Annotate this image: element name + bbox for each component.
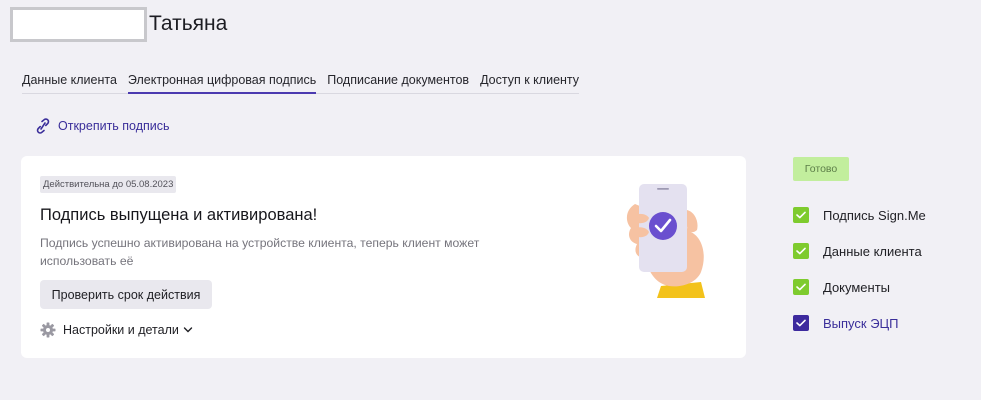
settings-details-label: Настройки и детали [63,323,179,337]
checkbox-checked-icon [793,207,809,223]
checkbox-checked-icon [793,243,809,259]
checkbox-checked-icon [793,279,809,295]
tab-digital-signature[interactable]: Электронная цифровая подпись [127,72,317,94]
gear-icon [40,322,56,338]
client-name: Татьяна [149,12,228,35]
step-label: Подпись Sign.Me [823,207,926,223]
validity-badge: Действительна до 05.08.2023 [40,176,177,193]
progress-steps: Подпись Sign.Me Данные клиента Документы… [793,206,926,350]
tab-client-data[interactable]: Данные клиента [22,72,117,94]
unpin-signature-label: Открепить подпись [58,119,170,133]
check-validity-button[interactable]: Проверить срок действия [40,280,212,309]
checkbox-checked-icon [793,315,809,331]
step-item-current: Выпуск ЭЦП [793,314,926,332]
status-badge: Готово [793,157,849,181]
settings-details-toggle[interactable]: Настройки и детали [40,322,193,338]
redacted-surname [10,6,147,42]
tabs: Данные клиента Электронная цифровая подп… [22,72,580,94]
phone-with-check-illustration [626,184,705,298]
signature-status-card: Действительна до 05.08.2023 Подпись выпу… [21,156,746,358]
step-label: Данные клиента [823,243,922,259]
unpin-signature-link[interactable]: Открепить подпись [36,118,170,134]
step-label: Документы [823,279,891,295]
step-item: Данные клиента [793,242,926,260]
client-header: Татьяна [10,6,227,42]
tab-client-access[interactable]: Доступ к клиенту [480,72,579,94]
step-label: Выпуск ЭЦП [823,315,899,331]
card-title: Подпись выпущена и активирована! [40,206,318,224]
chevron-down-icon [183,327,193,333]
step-item: Подпись Sign.Me [793,206,926,224]
tab-document-signing[interactable]: Подписание документов [327,72,469,94]
step-item: Документы [793,278,926,296]
link-icon [36,118,50,134]
card-description: Подпись успешно активирована на устройст… [40,236,480,268]
